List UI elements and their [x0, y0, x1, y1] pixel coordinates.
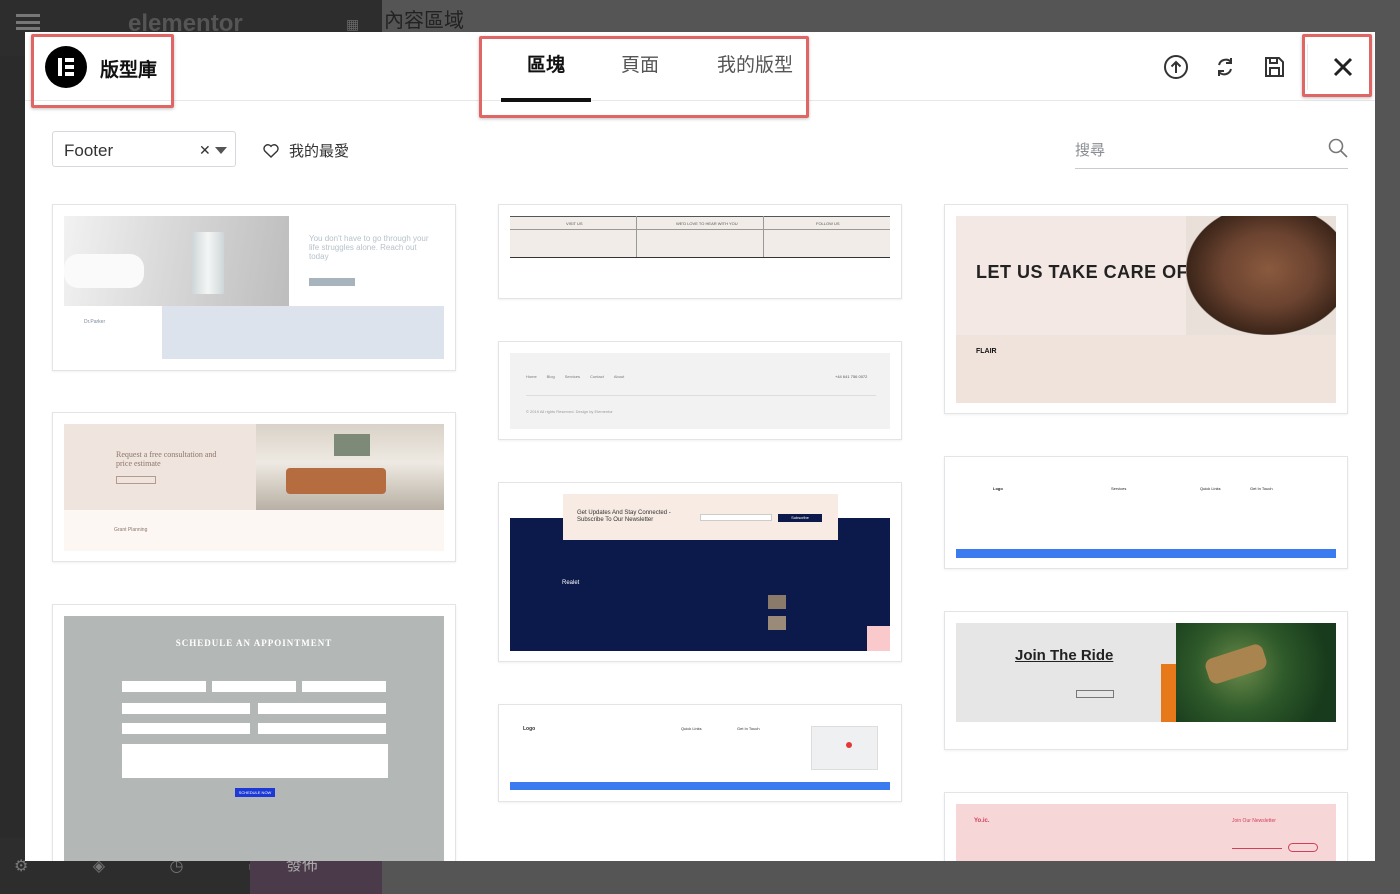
card7-col3: Get In Touch — [737, 726, 760, 731]
card6-button: Subscribe — [778, 514, 822, 522]
card8-brand: FLAIR — [976, 348, 997, 355]
menu-icon[interactable] — [16, 14, 40, 30]
search-placeholder: 搜尋 — [1075, 142, 1106, 159]
template-card-footer-8[interactable]: LET US TAKE CARE OF YOU FLAIR — [944, 204, 1348, 414]
card4-col-1: VISIT US — [566, 221, 583, 226]
favorites-label: 我的最愛 — [289, 143, 350, 160]
card9-col3: Quick Links — [1200, 486, 1221, 491]
card2-brand: Grant Planning — [114, 527, 148, 533]
card4-col-3: FOLLOW US — [816, 221, 840, 226]
sync-icon[interactable] — [1210, 52, 1240, 82]
template-library-modal: 版型庫 區塊 頁面 我的版型 Footer ✕ 我的最愛 搜尋 You don'… — [25, 32, 1375, 861]
library-title: 版型庫 — [100, 60, 158, 81]
template-card-footer-3[interactable]: SCHEDULE AN APPOINTMENT SCHEDULE NOW — [52, 604, 456, 861]
card3-title: SCHEDULE AN APPOINTMENT — [175, 638, 333, 648]
card5-phone: +44 641 756 0072 — [835, 374, 868, 379]
search-icon — [1328, 138, 1348, 158]
heart-icon — [263, 143, 279, 158]
upload-icon[interactable] — [1161, 52, 1191, 82]
card9-col4: Get In Touch — [1250, 486, 1273, 491]
card11-newsletter: Join Our Newsletter — [1232, 818, 1276, 824]
card7-logo: Logo — [523, 726, 536, 732]
card10-headline: Join The Ride — [1015, 647, 1114, 664]
card1-headline: You don't have to go through your life s… — [309, 234, 429, 261]
template-card-footer-9[interactable]: Logo Services Quick Links Get In Touch — [944, 456, 1348, 569]
tab-blocks[interactable]: 區塊 — [501, 50, 591, 102]
template-card-footer-4[interactable]: VISIT US WE'D LOVE TO HEAR WITH YOU FOLL… — [498, 204, 902, 299]
card11-logo: Yo.ic. — [974, 818, 990, 824]
tab-my-templates[interactable]: 我的版型 — [705, 50, 805, 100]
card7-col2: Quick Links — [681, 726, 702, 731]
content-area-label: 內容區域 — [384, 10, 464, 32]
header-divider — [1307, 44, 1308, 90]
category-filter-select[interactable]: Footer ✕ — [52, 131, 236, 167]
card4-col-2: WE'D LOVE TO HEAR WITH YOU — [676, 221, 738, 226]
close-icon[interactable] — [1328, 52, 1358, 82]
card9-col2: Services — [1111, 486, 1127, 491]
tab-pages[interactable]: 頁面 — [605, 50, 675, 100]
chevron-down-icon[interactable] — [215, 147, 227, 154]
template-card-footer-1[interactable]: You don't have to go through your life s… — [52, 204, 456, 371]
elementor-logo-icon — [45, 46, 87, 88]
card1-name: Dr.Parker — [84, 319, 106, 325]
card9-logo: Logo — [993, 486, 1003, 491]
card5-copyright: © 2019 All rights Reserved. Design by El… — [526, 409, 613, 414]
template-card-footer-2[interactable]: Request a free consultation and price es… — [52, 412, 456, 562]
search-input[interactable]: 搜尋 — [1075, 132, 1348, 169]
category-filter-value: Footer — [64, 141, 114, 160]
template-card-footer-6[interactable]: Get Updates And Stay Connected - Subscri… — [498, 482, 902, 662]
library-header: 版型庫 區塊 頁面 我的版型 — [25, 32, 1375, 102]
template-card-footer-11[interactable]: Yo.ic. Join Our Newsletter — [944, 792, 1348, 861]
favorites-filter[interactable]: 我的最愛 — [263, 140, 349, 161]
card2-headline: Request a free consultation and price es… — [116, 450, 217, 468]
widgets-grid-icon[interactable]: ▦ — [346, 16, 362, 32]
save-icon[interactable] — [1259, 52, 1289, 82]
clear-filter-icon[interactable]: ✕ — [199, 142, 211, 159]
card5-nav: Home Blog Services Contact About — [526, 374, 625, 379]
card6-brand: Realet — [562, 580, 580, 586]
template-card-footer-5[interactable]: Home Blog Services Contact About +44 641… — [498, 341, 902, 440]
template-card-footer-7[interactable]: Logo Quick Links Get In Touch — [498, 704, 902, 802]
template-card-footer-10[interactable]: Join The Ride — [944, 611, 1348, 750]
card6-headline: Get Updates And Stay Connected - Subscri… — [577, 510, 671, 523]
card3-button: SCHEDULE NOW — [235, 788, 275, 797]
